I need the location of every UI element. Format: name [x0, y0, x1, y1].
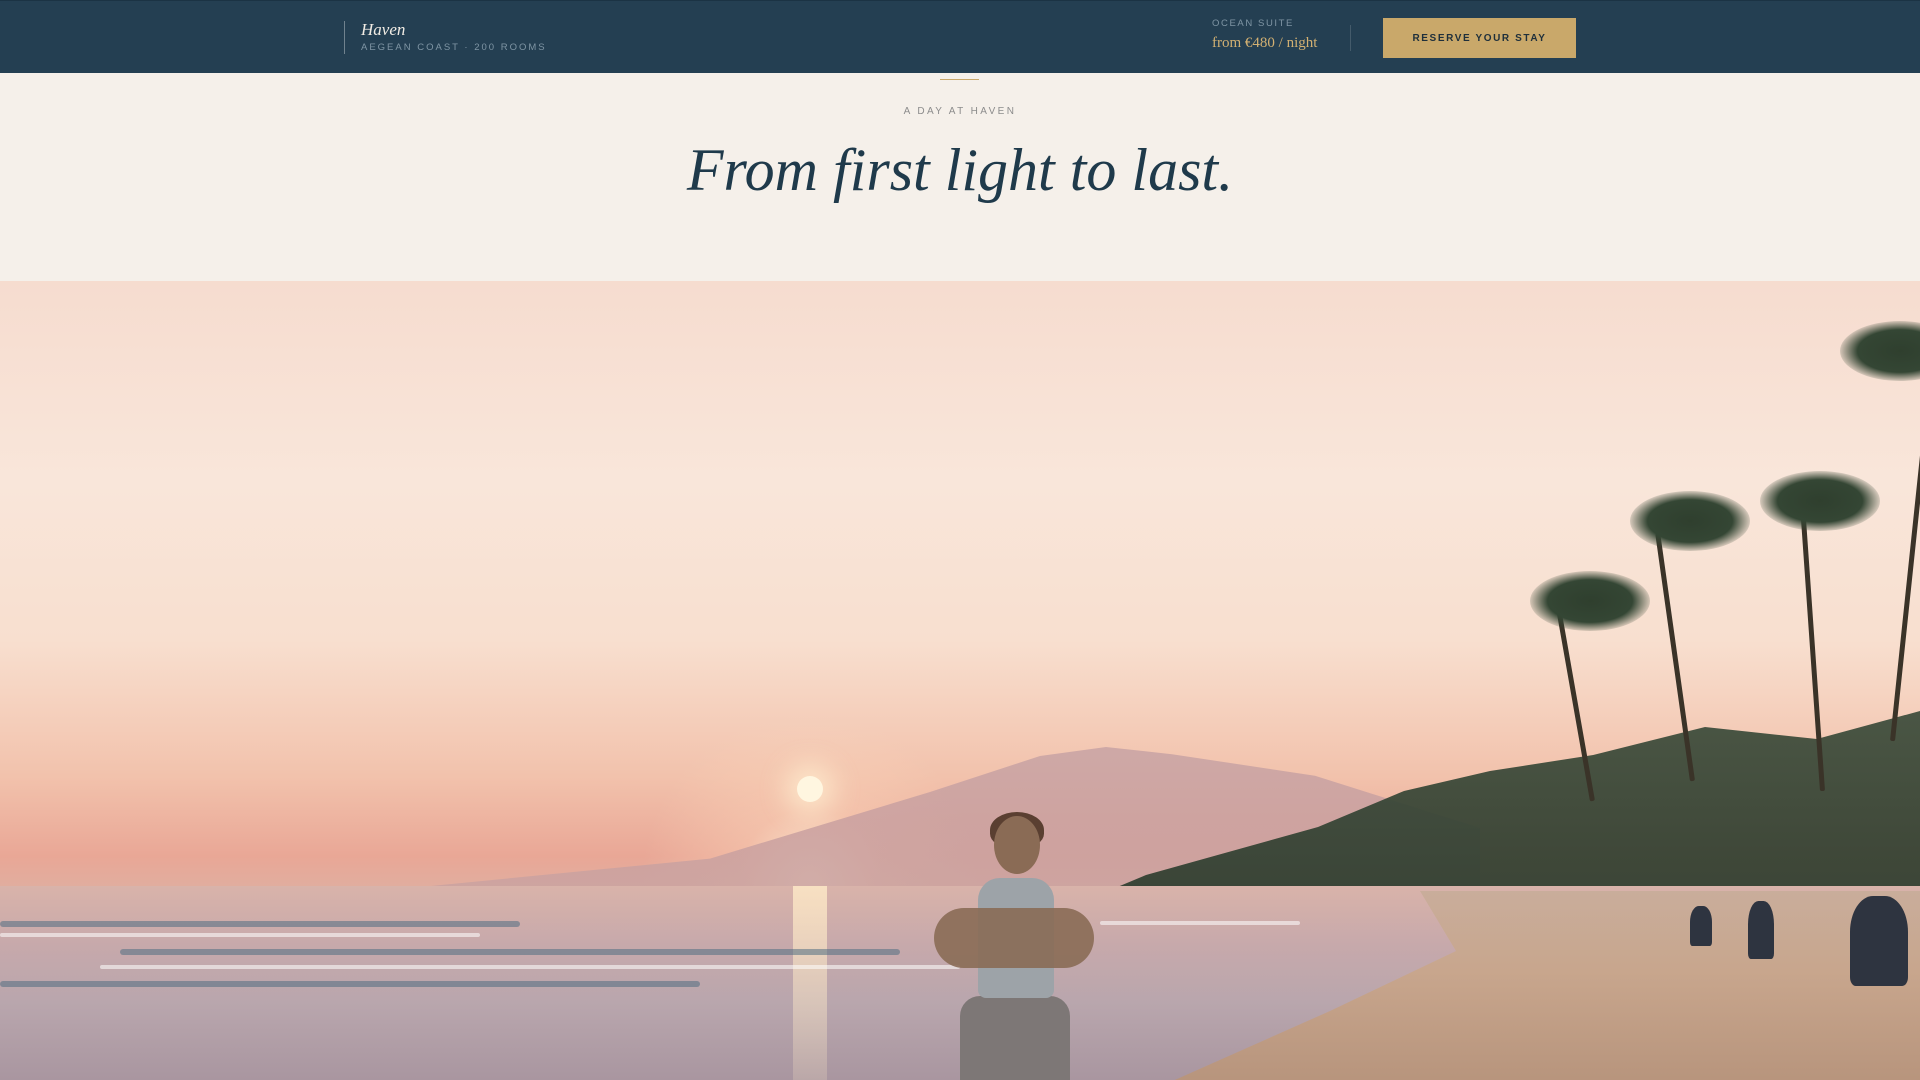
yoga-participant: [1748, 901, 1774, 959]
yoga-participant: [1690, 906, 1712, 946]
person-arms: [934, 908, 1094, 968]
yoga-woman: [920, 812, 1100, 1080]
suite-price-info: OCEAN SUITE from €480 / night: [1212, 18, 1317, 52]
wave: [0, 981, 700, 987]
brand[interactable]: Haven AEGEAN COAST · 200 ROOMS: [344, 21, 547, 54]
brand-name: Haven: [361, 20, 406, 39]
wave: [0, 921, 520, 927]
wave: [120, 949, 900, 955]
palm-crown: [1530, 571, 1650, 631]
sun: [797, 776, 823, 802]
suite-price: from €480 / night: [1212, 35, 1318, 51]
header-divider: [1350, 25, 1351, 51]
wave-foam: [1100, 921, 1300, 925]
palm-crown: [1840, 321, 1920, 381]
intro-section: A DAY AT HAVEN From first light to last.: [0, 73, 1920, 281]
person-legs: [960, 996, 1070, 1080]
wave-foam: [0, 933, 480, 937]
section-headline: From first light to last.: [686, 137, 1234, 203]
yoga-participant: [1850, 896, 1908, 986]
brand-subtitle: AEGEAN COAST · 200 ROOMS: [361, 42, 547, 53]
palm-trunk: [1890, 382, 1920, 742]
suite-label: OCEAN SUITE: [1212, 18, 1294, 29]
top-bar: Haven AEGEAN COAST · 200 ROOMS OCEAN SUI…: [0, 0, 1920, 73]
reserve-button[interactable]: RESERVE YOUR STAY: [1383, 18, 1576, 58]
accent-line: [940, 79, 979, 80]
hero-image: [0, 281, 1920, 1080]
person-head: [994, 816, 1040, 874]
section-eyebrow: A DAY AT HAVEN: [903, 106, 1017, 117]
palm-crown: [1630, 491, 1750, 551]
palm-crown: [1760, 471, 1880, 531]
wave-foam: [100, 965, 960, 969]
sun-reflection: [793, 886, 827, 1080]
